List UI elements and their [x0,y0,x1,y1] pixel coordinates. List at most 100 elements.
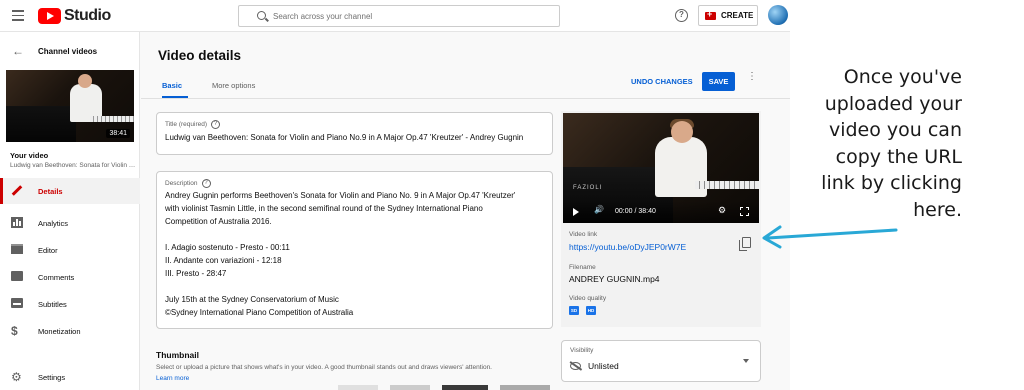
analytics-icon [11,217,23,229]
main-content: Video details Basic More options UNDO CH… [141,32,790,390]
help-circle-icon[interactable]: ? [201,179,211,188]
description-line: July 15th at the Sydney Conservatorium o… [165,295,339,304]
menu-icon[interactable] [12,10,24,21]
video-player[interactable]: FAZIOLI 🔊 00:00 / 38:40 ⚙ [563,113,759,223]
thumbnail-heading: Thumbnail [156,350,199,360]
thumbnail-piano-shape [6,106,76,142]
duration-badge: 38:41 [106,129,130,138]
your-video-label: Your video [10,151,49,160]
undo-changes-button[interactable]: UNDO CHANGES [631,77,693,86]
description-value[interactable]: Andrey Gugnin performs Beethoven's Sonat… [165,189,515,319]
sidebar-item-label: Settings [38,372,66,382]
annotation-line: video you can [828,119,962,141]
chevron-down-icon[interactable] [743,359,749,363]
help-icon[interactable]: ? [675,9,688,22]
sidebar: ← Channel videos 38:41 Your video Ludwig… [0,32,140,390]
sidebar-item-label: Analytics [38,218,69,228]
sidebar-item-label: Comments [38,272,75,282]
player-controls: 🔊 00:00 / 38:40 ⚙ [563,201,759,223]
description-line: with violinist Tasmin Little, in the sec… [165,204,483,213]
pencil-icon [11,185,23,197]
visibility-label: Visibility [570,347,594,354]
title-field[interactable]: Title (required) ? Ludwig van Beethoven:… [156,112,553,155]
search-input[interactable] [273,9,543,23]
title-value[interactable]: Ludwig van Beethoven: Sonata for Violin … [165,131,523,144]
learn-more-link[interactable]: Learn more [156,375,189,382]
youtube-play-icon [38,8,61,24]
description-label-text: Description [165,180,198,187]
annotation-text: Once you've uploaded your video you can … [800,64,962,223]
search-icon[interactable] [257,11,266,20]
logo-text: Studio [64,7,111,24]
thumbnail-options-strip[interactable] [338,385,550,390]
sidebar-item-monetization[interactable]: $ Monetization [0,318,140,344]
sidebar-item-label: Subtitles [38,299,67,309]
sidebar-item-label: Details [38,186,63,196]
create-label: CREATE [721,11,754,20]
description-line: III. Presto - 28:47 [165,269,227,278]
play-icon[interactable] [573,208,579,216]
copy-icon[interactable] [739,237,751,251]
comment-icon [11,271,23,283]
sidebar-item-editor[interactable]: Editor [0,237,140,263]
description-line: ©Sydney International Piano Competition … [165,308,354,317]
tabs-divider [141,98,790,99]
sidebar-item-analytics[interactable]: Analytics [0,210,140,236]
create-button[interactable]: CREATE [698,5,758,26]
sidebar-item-subtitles[interactable]: Subtitles [0,291,140,317]
filename-label: Filename [569,264,596,271]
piano-brand-text: FAZIOLI [573,185,603,191]
page-title: Video details [158,48,242,63]
player-keys-shape [695,181,759,189]
player-time: 00:00 / 38:40 [615,208,656,215]
more-actions-icon[interactable]: ⋮ [747,72,757,82]
video-link-label: Video link [569,231,598,238]
dollar-icon: $ [11,324,18,338]
description-line: I. Adagio sostenuto - Presto - 00:11 [165,243,290,252]
hd-quality-badge: HD [586,306,596,315]
description-field[interactable]: Description ? Andrey Gugnin performs Bee… [156,171,553,329]
create-video-icon [705,9,716,20]
back-to-channel-videos[interactable]: ← Channel videos [12,44,97,58]
top-bar: Studio ? CREATE [0,0,790,32]
video-thumbnail[interactable]: 38:41 [6,70,134,142]
description-line: Competition of Australia 2016. [165,217,272,226]
avatar[interactable] [768,5,788,25]
title-label-text: Title (required) [165,121,208,128]
gear-icon: ⚙ [11,370,22,384]
description-line: II. Andante con variazioni - 12:18 [165,256,282,265]
back-label: Channel videos [38,46,98,56]
sidebar-item-details[interactable]: Details [0,178,140,204]
thumbnail-description: Select or upload a picture that shows wh… [156,364,492,371]
annotation-line: uploaded your [824,92,962,115]
your-video-title: Ludwig van Beethoven: Sonata for Violin … [10,162,136,169]
back-arrow-icon[interactable]: ← [12,44,26,58]
description-line: Andrey Gugnin performs Beethoven's Sonat… [165,191,516,200]
sd-quality-badge: SD [569,306,579,315]
title-field-label: Title (required) ? [165,120,221,129]
save-button[interactable]: SAVE [702,72,735,91]
search-bar[interactable] [238,5,560,27]
visibility-value: Unlisted [588,361,619,371]
annotation-line: copy the URL [835,145,962,168]
settings-gear-icon[interactable]: ⚙ [718,205,726,216]
sidebar-item-comments[interactable]: Comments [0,264,140,290]
thumbnail-performer-head [78,74,92,88]
player-performer-head [671,121,693,143]
studio-app: Studio ? CREATE ← Channel videos 38:41 Y… [0,0,790,390]
tab-more-options[interactable]: More options [212,81,255,90]
sidebar-item-settings[interactable]: ⚙ Settings [0,364,140,390]
clapperboard-icon [11,244,23,256]
help-circle-icon[interactable]: ? [211,120,221,129]
sidebar-item-label: Editor [38,245,58,255]
studio-logo[interactable]: Studio [38,7,111,25]
eye-off-icon [570,362,581,370]
filename-value: ANDREY GUGNIN.mp4 [569,274,660,284]
description-field-label: Description ? [165,179,211,188]
volume-icon[interactable]: 🔊 [594,205,604,214]
video-preview-card: FAZIOLI 🔊 00:00 / 38:40 ⚙ Video link htt… [561,111,761,327]
fullscreen-icon[interactable] [740,207,749,216]
video-link[interactable]: https://youtu.be/oDyJEP0rW7E [569,242,686,252]
tab-basic[interactable]: Basic [162,81,182,90]
visibility-select[interactable]: Visibility Unlisted [561,340,761,382]
